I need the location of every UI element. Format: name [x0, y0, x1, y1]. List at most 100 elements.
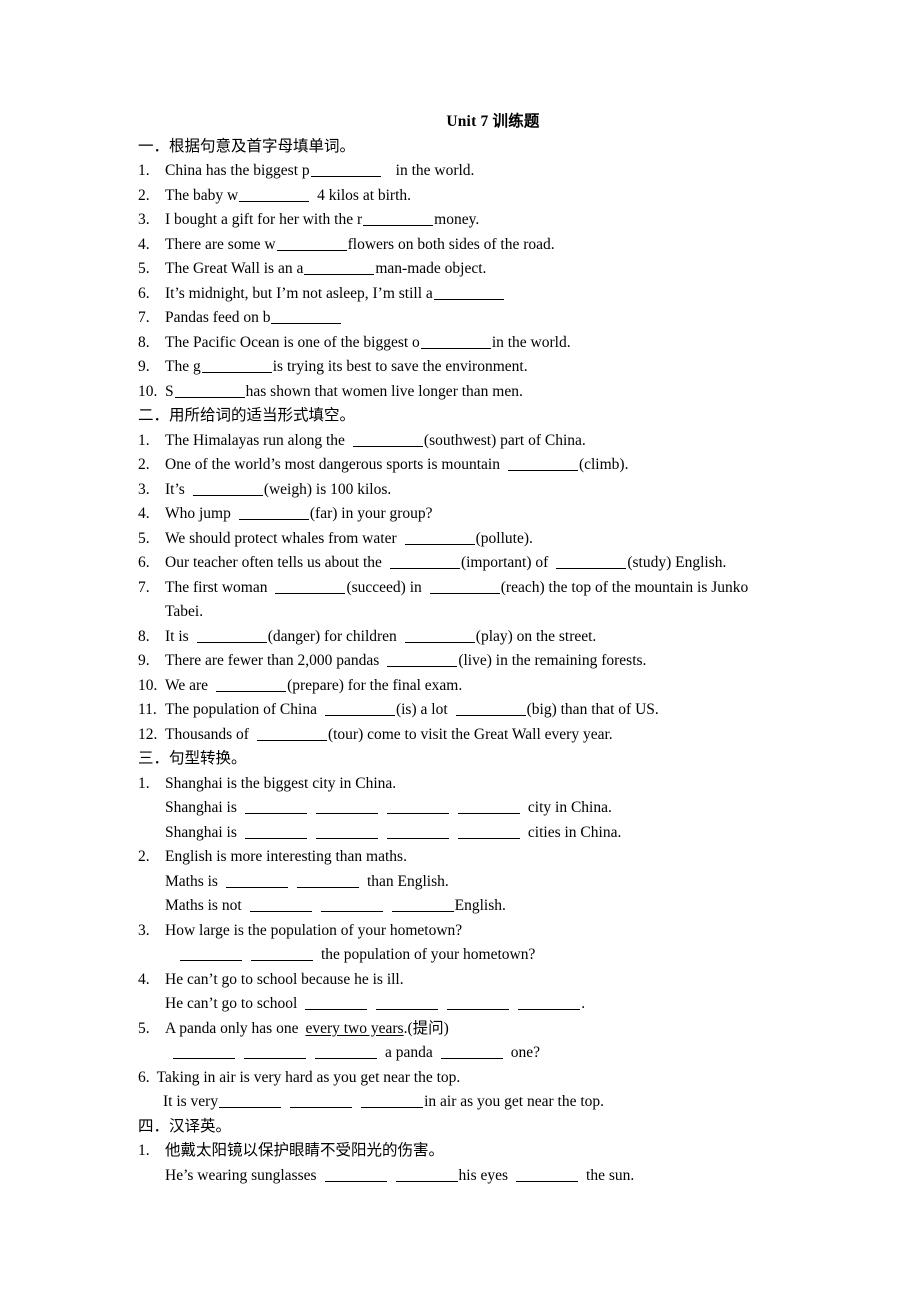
fill-blank[interactable] [420, 332, 491, 349]
item-text-after: (climb). [578, 456, 629, 473]
item-text: It’s [165, 480, 185, 498]
list-item: 7. The first woman (succeed) in (reach) th… [138, 576, 838, 625]
item-text: We are [165, 676, 209, 694]
fill-blank[interactable] [304, 259, 375, 275]
fill-blank[interactable] [324, 1165, 387, 1182]
section-heading-4: 四．汉译英。 [138, 1117, 232, 1135]
item-number: 1. [138, 431, 150, 449]
fill-blank[interactable] [433, 283, 504, 300]
fill-blank[interactable] [216, 675, 287, 692]
list-item: 1. 他戴太阳镜以保护眼睛不受阳光的伤害。 He’s wearing sungl… [138, 1139, 838, 1188]
fill-blank[interactable] [244, 1043, 306, 1059]
fill-blank[interactable] [395, 1165, 458, 1182]
item-text-mid: (is) a lot [395, 701, 448, 718]
answer-text-after: than English. [366, 872, 449, 890]
fill-blank[interactable] [305, 994, 368, 1010]
item-text: The Great Wall is an a [165, 260, 304, 277]
fill-blank[interactable] [404, 528, 475, 545]
item-number: 6. [138, 1068, 150, 1086]
fill-blank[interactable] [386, 822, 449, 839]
fill-blank[interactable] [275, 577, 346, 594]
fill-blank[interactable] [324, 700, 395, 716]
fill-blank[interactable] [315, 798, 378, 814]
item-number: 4. [138, 505, 150, 522]
answer-text: Maths is [165, 872, 218, 890]
item-number: 7. [138, 309, 150, 326]
list-item: 2. The baby w 4 kilos at birth. [138, 184, 838, 209]
fill-blank[interactable] [244, 822, 307, 839]
fill-blank[interactable] [192, 479, 263, 496]
section-heading-3: 三．句型转换。 [138, 750, 247, 767]
list-item: 1. Shanghai is the biggest city in China… [138, 772, 838, 846]
fill-blank[interactable] [404, 626, 475, 643]
fill-blank[interactable] [516, 1165, 579, 1182]
fill-blank[interactable] [352, 430, 423, 447]
list-item: 9. The g is trying its best to save the e… [138, 355, 838, 380]
fill-blank[interactable] [387, 651, 458, 667]
item-number: 10. [138, 676, 158, 694]
answer-text: He’s wearing sunglasses [165, 1166, 317, 1184]
fill-blank[interactable] [249, 896, 312, 912]
list-item: 6. Our teacher often tells us about the (… [138, 551, 838, 576]
fill-blank[interactable] [174, 381, 245, 398]
fill-blank[interactable] [244, 798, 307, 814]
fill-blank[interactable] [173, 1043, 235, 1059]
fill-blank[interactable] [447, 994, 510, 1010]
fill-blank[interactable] [256, 724, 327, 741]
list-item: 5. We should protect whales from water (p… [138, 527, 838, 552]
fill-blank[interactable] [180, 945, 242, 961]
fill-blank[interactable] [239, 185, 310, 202]
fill-blank[interactable] [225, 871, 288, 888]
item-number: 10. [138, 382, 158, 400]
item-number: 11. [138, 701, 157, 718]
fill-blank[interactable] [457, 822, 520, 839]
list-item: 1. China has the biggest p in the world. [138, 159, 838, 184]
fill-blank[interactable] [271, 308, 342, 324]
fill-blank[interactable] [440, 1043, 503, 1059]
item-text-after: 4 kilos at birth. [317, 186, 412, 204]
list-item: 3. How large is the population of your h… [138, 919, 838, 968]
list-item: 6. Taking in air is very hard as you get … [138, 1066, 838, 1115]
fill-blank[interactable] [238, 504, 309, 520]
fill-blank[interactable] [376, 994, 439, 1010]
answer-text-after: in air as you get near the top. [424, 1093, 605, 1110]
fill-blank[interactable] [251, 945, 313, 961]
item-text: S [165, 382, 174, 400]
item-text-after: (live) in the remaining forests. [458, 652, 647, 669]
fill-blank[interactable] [296, 871, 359, 888]
fill-blank[interactable] [315, 1043, 377, 1059]
answer-text-mid: a panda [385, 1044, 433, 1061]
fill-blank[interactable] [518, 994, 581, 1010]
fill-blank[interactable] [556, 553, 627, 569]
item-text: The Himalayas run along the [165, 431, 345, 449]
fill-blank[interactable] [363, 210, 434, 226]
item-number: 6. [138, 554, 150, 571]
fill-blank[interactable] [315, 822, 378, 839]
fill-blank[interactable] [507, 455, 578, 471]
item-text: Pandas feed on b [165, 309, 271, 326]
fill-blank[interactable] [457, 798, 520, 814]
list-item: 2. One of the world’s most dangerous spo… [138, 453, 838, 478]
fill-blank[interactable] [361, 1092, 424, 1108]
list-item: 11. The population of China (is) a lot (bi… [138, 698, 838, 723]
fill-blank[interactable] [391, 896, 454, 912]
fill-blank[interactable] [201, 357, 272, 373]
fill-blank[interactable] [219, 1092, 282, 1108]
fill-blank[interactable] [310, 161, 381, 177]
item-number: 8. [138, 627, 150, 645]
item-text: One of the world’s most dangerous sports… [165, 456, 500, 473]
list-item: 2. English is more interesting than math… [138, 845, 838, 919]
item-text: There are fewer than 2,000 pandas [165, 652, 380, 669]
fill-blank[interactable] [386, 798, 449, 814]
fill-blank[interactable] [389, 553, 460, 569]
answer-text-after: . [581, 995, 586, 1012]
item-number: 9. [138, 358, 150, 375]
answer-text-after: the sun. [586, 1166, 635, 1184]
fill-blank[interactable] [455, 700, 526, 716]
fill-blank[interactable] [290, 1092, 353, 1108]
fill-blank[interactable] [320, 896, 383, 912]
fill-blank[interactable] [429, 577, 500, 594]
item-text: The first woman [165, 578, 268, 596]
fill-blank[interactable] [196, 626, 267, 643]
fill-blank[interactable] [276, 234, 347, 251]
